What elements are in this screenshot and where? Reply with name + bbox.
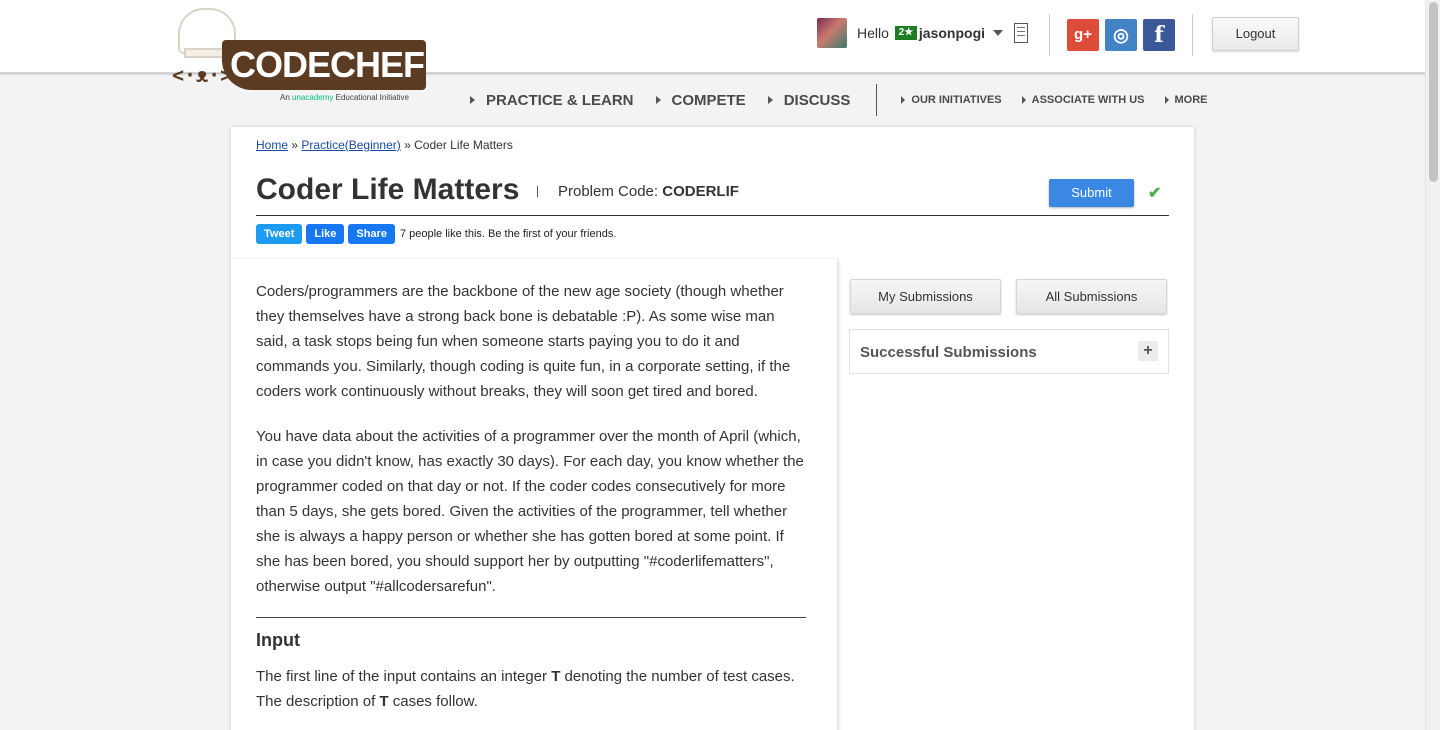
successful-submissions-label: Successful Submissions bbox=[860, 344, 1037, 361]
my-submissions-button[interactable]: My Submissions bbox=[850, 279, 1001, 314]
nav-label: ASSOCIATE WITH US bbox=[1031, 94, 1145, 106]
problem-statement: Coders/programmers are the backbone of t… bbox=[231, 259, 837, 730]
tagline-prefix: An bbox=[280, 93, 290, 102]
nav-practice-learn[interactable]: PRACTICE & LEARN bbox=[470, 92, 634, 109]
input-variable: T bbox=[551, 668, 561, 685]
codechef-logo[interactable]: <·ᴥ·> CODECHEF An unacademy Educational … bbox=[172, 8, 432, 108]
logout-button[interactable]: Logout bbox=[1212, 17, 1299, 51]
problem-code: Problem Code: CODERLIF bbox=[558, 183, 739, 200]
input-text: cases follow. bbox=[392, 693, 478, 710]
top-header: <·ᴥ·> CODECHEF An unacademy Educational … bbox=[0, 0, 1425, 102]
like-count-text: 7 people like this. Be the first of your… bbox=[399, 228, 617, 240]
statement-paragraph: You have data about the activities of a … bbox=[256, 428, 804, 595]
page-title: Coder Life Matters bbox=[256, 173, 520, 206]
submit-button[interactable]: Submit bbox=[1049, 179, 1134, 207]
main-nav: PRACTICE & LEARN COMPETE DISCUSS OUR INI… bbox=[470, 84, 1228, 116]
tagline-suffix: Educational Initiative bbox=[335, 93, 410, 102]
document-icon[interactable] bbox=[1014, 23, 1028, 43]
breadcrumb-home-link[interactable]: Home bbox=[256, 138, 288, 152]
nav-label: PRACTICE & LEARN bbox=[486, 91, 634, 109]
triangle-right-icon bbox=[1021, 96, 1026, 104]
page-scrollbar[interactable] bbox=[1425, 0, 1440, 730]
input-variable: T bbox=[379, 693, 389, 710]
rating-badge: 2★ bbox=[894, 26, 917, 40]
triangle-right-icon bbox=[767, 96, 773, 104]
nav-label: COMPETE bbox=[671, 91, 746, 109]
nav-discuss[interactable]: DISCUSS bbox=[767, 91, 851, 109]
triangle-right-icon bbox=[655, 96, 661, 104]
input-heading: Input bbox=[256, 630, 300, 650]
google-plus-icon[interactable]: g+ bbox=[1067, 19, 1099, 51]
header-divider bbox=[1192, 14, 1193, 56]
statement-paragraph: Coders/programmers are the backbone of t… bbox=[256, 283, 791, 400]
nav-associate-with-us[interactable]: ASSOCIATE WITH US bbox=[1021, 94, 1145, 106]
user-greeting[interactable]: Hello 2★ jasonpogi bbox=[857, 25, 1004, 41]
breadcrumb-current: Coder Life Matters bbox=[414, 138, 513, 152]
nav-label: OUR INITIATIVES bbox=[911, 94, 1002, 106]
social-share-row: Tweet Like Share 7 people like this. Be … bbox=[256, 224, 616, 244]
nav-compete[interactable]: COMPETE bbox=[655, 91, 746, 109]
breadcrumb-separator: » bbox=[404, 138, 411, 152]
tagline-brand: unacademy bbox=[292, 93, 334, 102]
expand-plus-icon[interactable]: + bbox=[1138, 341, 1158, 361]
title-underline bbox=[256, 215, 1169, 216]
section-divider bbox=[256, 617, 806, 618]
nav-label: MORE bbox=[1174, 94, 1208, 106]
input-description: The first line of the input contains an … bbox=[256, 664, 808, 714]
username[interactable]: jasonpogi bbox=[919, 25, 985, 41]
avatar[interactable] bbox=[817, 18, 847, 48]
nav-our-initiatives[interactable]: OUR INITIATIVES bbox=[901, 94, 1002, 106]
problem-code-value: CODERLIF bbox=[662, 183, 739, 200]
logo-tagline: An unacademy Educational Initiative bbox=[280, 93, 409, 102]
greeting-text: Hello bbox=[857, 25, 889, 41]
facebook-icon[interactable]: f bbox=[1143, 19, 1175, 51]
breadcrumb: Home » Practice(Beginner) » Coder Life M… bbox=[256, 138, 513, 152]
title-divider bbox=[537, 186, 538, 197]
header-divider bbox=[1049, 14, 1050, 56]
triangle-right-icon bbox=[1164, 96, 1169, 104]
github-icon[interactable]: ◎ bbox=[1105, 19, 1137, 51]
nav-label: DISCUSS bbox=[783, 91, 851, 109]
problem-card: Home » Practice(Beginner) » Coder Life M… bbox=[231, 127, 1194, 730]
problem-code-label: Problem Code: bbox=[558, 183, 659, 200]
chevron-down-icon[interactable] bbox=[993, 30, 1004, 36]
nav-more[interactable]: MORE bbox=[1164, 94, 1208, 106]
solved-check-icon: ✔ bbox=[1148, 185, 1162, 202]
input-text: The first line of the input contains an … bbox=[256, 668, 548, 685]
triangle-right-icon bbox=[470, 96, 475, 104]
all-submissions-button[interactable]: All Submissions bbox=[1016, 279, 1167, 314]
tweet-button[interactable]: Tweet bbox=[256, 224, 303, 244]
successful-submissions-panel[interactable]: Successful Submissions + bbox=[849, 329, 1169, 374]
facebook-share-button[interactable]: Share bbox=[348, 224, 395, 244]
breadcrumb-practice-link[interactable]: Practice(Beginner) bbox=[301, 138, 400, 152]
logo-wordmark: CODECHEF bbox=[222, 40, 426, 90]
user-menu[interactable]: Hello 2★ jasonpogi bbox=[817, 18, 1004, 48]
breadcrumb-separator: » bbox=[291, 138, 299, 152]
scrollbar-thumb[interactable] bbox=[1429, 2, 1438, 182]
triangle-right-icon bbox=[901, 96, 906, 104]
facebook-like-button[interactable]: Like bbox=[306, 224, 345, 244]
nav-divider bbox=[876, 84, 878, 116]
